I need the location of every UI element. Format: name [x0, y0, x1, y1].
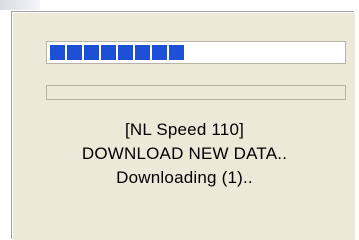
- secondary-progress-bar: [46, 85, 346, 100]
- progress-chunk: [101, 45, 116, 60]
- status-line-progress: Downloading (1)..: [116, 168, 253, 187]
- screen: [NL Speed 110] DOWNLOAD NEW DATA.. Downl…: [0, 0, 359, 240]
- primary-progress-bar: [46, 41, 346, 64]
- progress-chunk: [135, 45, 150, 60]
- status-line-speed: [NL Speed 110]: [124, 120, 245, 139]
- progress-chunk: [84, 45, 99, 60]
- status-text-block: [NL Speed 110] DOWNLOAD NEW DATA.. Downl…: [13, 118, 356, 190]
- progress-chunk: [169, 45, 184, 60]
- progress-chunk: [50, 45, 65, 60]
- primary-progress-fill: [50, 45, 184, 60]
- progress-chunk: [152, 45, 167, 60]
- status-line-action: DOWNLOAD NEW DATA..: [81, 144, 288, 163]
- download-progress-dialog: [NL Speed 110] DOWNLOAD NEW DATA.. Downl…: [12, 12, 355, 240]
- background-edge: [0, 0, 40, 10]
- progress-chunk: [67, 45, 82, 60]
- progress-chunk: [118, 45, 133, 60]
